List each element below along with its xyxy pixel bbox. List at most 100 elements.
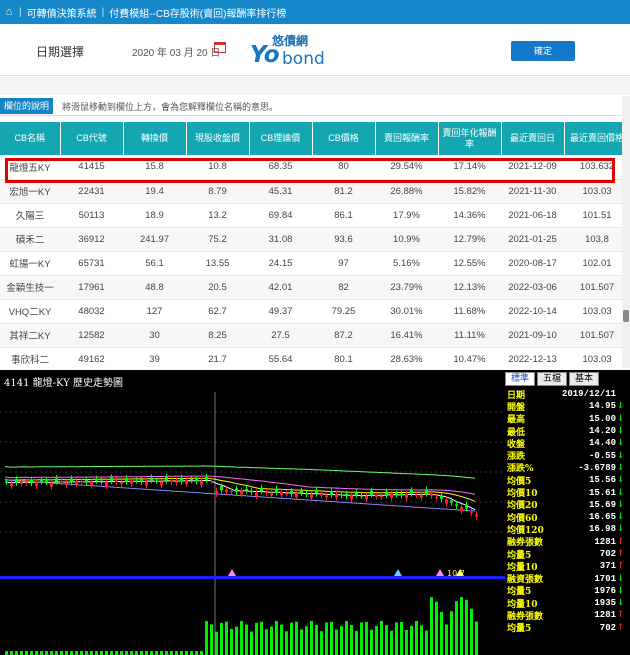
- candle-body: [220, 486, 223, 491]
- tab-basic[interactable]: 基本: [569, 372, 600, 386]
- volume-bar: [375, 625, 378, 655]
- quote-label: 開盤: [507, 402, 526, 413]
- arrow-down-icon: ↓: [616, 450, 625, 461]
- header-put-annual-return[interactable]: 賣回年化報酬率: [438, 122, 502, 155]
- table-cell: 75.2: [186, 227, 249, 252]
- volume-bar: [130, 651, 133, 655]
- candle-body: [460, 507, 463, 511]
- arrow-up-icon: ↑: [616, 610, 625, 621]
- signal-marker-icon: [394, 569, 402, 576]
- volume-bar: [395, 622, 398, 655]
- table-row[interactable]: 碩禾二 36912 241.97 75.2 31.08 93.6 10.9% 12.79% 20…: [0, 227, 630, 252]
- volume-bar: [175, 651, 178, 655]
- volume-bar: [145, 651, 148, 655]
- header-cb-price[interactable]: CB價格: [312, 122, 376, 155]
- table-cell: 2021-09-10: [501, 323, 564, 348]
- header-cb-code[interactable]: CB代號: [60, 122, 124, 155]
- volume-bar: [235, 626, 238, 655]
- volume-bar: [165, 651, 168, 655]
- home-icon[interactable]: ⌂: [0, 6, 18, 18]
- quote-value: 702: [599, 549, 616, 559]
- table-cell: 23.79%: [375, 275, 438, 300]
- volume-bar: [260, 621, 263, 655]
- nav-link-cb-system[interactable]: 可轉債決策系統: [23, 5, 101, 20]
- candle-body: [15, 478, 18, 483]
- table-cell: 41415: [60, 155, 123, 180]
- table-cell: 30: [123, 323, 186, 348]
- table-cell: 68.35: [249, 155, 312, 180]
- table-row[interactable]: 事欣科二 49162 39 21.7 55.64 80.1 28.63% 10.47% 2022…: [0, 347, 630, 372]
- quote-value-group: 15.56 ↓: [589, 475, 625, 485]
- candle-body: [400, 493, 403, 496]
- logo-text-yo: Yo: [250, 42, 280, 68]
- candle-body: [405, 494, 408, 499]
- volume-bar: [465, 599, 468, 655]
- scrollbar-thumb[interactable]: [623, 310, 629, 322]
- candle-body: [140, 479, 143, 482]
- table-row[interactable]: 宏旭一KY 22431 19.4 8.79 45.31 81.2 26.88% 15.82% 2…: [0, 179, 630, 204]
- calendar-icon[interactable]: [214, 42, 226, 53]
- candle-body: [335, 494, 338, 498]
- table-cell: 2022-10-14: [501, 299, 564, 324]
- table-row[interactable]: 久陽三 50113 18.9 13.2 69.84 86.1 17.9% 14.36% 2021…: [0, 203, 630, 228]
- quote-value: 1701: [594, 573, 616, 584]
- arrow-down-icon: ↓: [616, 438, 625, 449]
- header-put-date[interactable]: 最近賣回日: [501, 122, 565, 155]
- header-put-return[interactable]: 賣回報酬率: [375, 122, 439, 155]
- volume-bar: [300, 629, 303, 655]
- table-row[interactable]: 其祥二KY 12582 30 8.25 27.5 87.2 16.41% 11.11% 2021…: [0, 323, 630, 348]
- candle-body: [370, 490, 373, 495]
- volume-bar: [285, 631, 288, 655]
- volume-bar: [325, 622, 328, 655]
- tab-standard[interactable]: 標準: [505, 372, 536, 386]
- volume-bar: [240, 621, 243, 655]
- volume-bar: [115, 651, 118, 655]
- arrow-down-icon: ↓: [616, 413, 625, 424]
- quote-label: 均價10: [507, 489, 538, 500]
- volume-bar: [55, 651, 58, 655]
- volume-bar: [345, 621, 348, 655]
- header-put-price[interactable]: 最近賣回價格: [564, 122, 630, 155]
- table-row[interactable]: 金穎生技一 17961 48.8 20.5 42.01 82 23.79% 12.13% 202…: [0, 275, 630, 300]
- table-cell: 103.632: [564, 155, 630, 180]
- section-gap: [0, 77, 630, 95]
- volume-bar: [320, 631, 323, 655]
- candle-body: [365, 495, 368, 500]
- quote-label: 日期: [507, 390, 526, 401]
- candle-body: [75, 481, 78, 484]
- volume-bar: [420, 625, 423, 655]
- candle-body: [135, 480, 138, 482]
- header-stock-close[interactable]: 現股收盤價: [186, 122, 250, 155]
- quote-row: 均量5 702 ↑: [505, 548, 628, 561]
- candle-body: [360, 495, 363, 497]
- header-cb-theoretical[interactable]: CB理論價: [249, 122, 313, 155]
- confirm-button[interactable]: 確定: [511, 41, 575, 61]
- tab-five-levels[interactable]: 五檔: [537, 372, 568, 386]
- quote-value: 2019/12/11: [561, 389, 616, 400]
- table-cell: 49162: [60, 347, 123, 372]
- header-cb-name[interactable]: CB名稱: [0, 122, 61, 155]
- candle-body: [255, 492, 258, 497]
- arrow-down-icon: ↓: [616, 598, 625, 609]
- quote-label: 漲跌%: [507, 464, 534, 475]
- table-cell: 5.16%: [375, 251, 438, 276]
- candle-body: [290, 490, 293, 494]
- quote-row: 漲跌 -0.55 ↓: [505, 449, 628, 463]
- candle-body: [315, 489, 318, 494]
- volume-bar: [190, 651, 193, 655]
- candle-body: [55, 478, 58, 482]
- table-row[interactable]: 虹揚一KY 65731 56.1 13.55 24.15 97 5.16% 12.55% 202…: [0, 251, 630, 276]
- nav-link-paid-module[interactable]: 付費模組--CB存股術(賣回)報酬率排行榜: [105, 5, 290, 20]
- volume-bar: [335, 629, 338, 655]
- table-row[interactable]: VHQ二KY 48032 127 62.7 49.37 79.25 30.01% 11.68%…: [0, 299, 630, 324]
- header-conversion-price[interactable]: 轉換價: [123, 122, 187, 155]
- table-cell: 17961: [60, 275, 123, 300]
- table-row[interactable]: 龍燈五KY 41415 15.8 10.8 68.35 80 29.54% 17.14% 202…: [0, 155, 630, 180]
- date-input[interactable]: 2020 年 03 月 20 日: [132, 44, 220, 59]
- candle-body: [275, 488, 278, 493]
- table-cell: 101.507: [564, 275, 630, 300]
- candle-body: [475, 514, 478, 517]
- quote-label: 均價5: [507, 476, 532, 487]
- quote-row: 均價60 16.65 ↓: [505, 511, 628, 524]
- table-scrollbar[interactable]: [622, 96, 630, 368]
